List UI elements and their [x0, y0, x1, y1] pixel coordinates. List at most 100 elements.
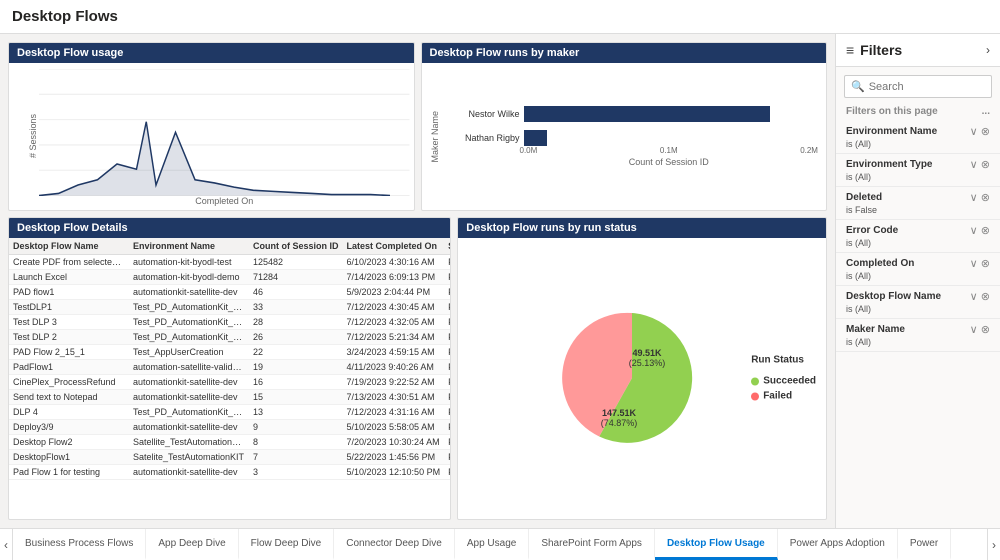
search-icon: 🔍 [851, 80, 865, 93]
status-card-title: Desktop Flow runs by run status [458, 218, 826, 238]
table-row: Desktop Flow2Satellite_TestAutomationKIT… [9, 434, 450, 449]
tab-bar-right-arrow[interactable]: › [987, 529, 1000, 560]
tab-list: Business Process FlowsApp Deep DiveFlow … [13, 529, 951, 560]
maker-bar-nestor [524, 106, 815, 122]
legend-dot-failed [751, 392, 759, 400]
table-header-row: Desktop Flow Name Environment Name Count… [9, 238, 450, 255]
legend-label-succeeded: Succeeded [763, 376, 816, 387]
maker-card: Desktop Flow runs by maker Maker Name Ne… [421, 42, 828, 211]
details-table: Desktop Flow Name Environment Name Count… [9, 238, 450, 480]
table-body: Create PDF from selected PDF page(s) - C… [9, 254, 450, 479]
sidebar: ≡ Filters › 🔍 Filters on this page ... E… [835, 34, 1000, 528]
usage-chart-area: # Sessions 80K 60K [9, 63, 414, 210]
maker-y-label: Maker Name [430, 111, 440, 163]
usage-y-label: # Sessions [28, 114, 38, 158]
table-row: Launch Excelautomation-kit-byodl-demo712… [9, 269, 450, 284]
tab-bar-left-arrow[interactable]: ‹ [0, 529, 13, 560]
svg-text:49.51K: 49.51K [633, 348, 663, 358]
tab-sharepoint-form-apps[interactable]: SharePoint Form Apps [529, 529, 655, 560]
pie-chart-area: 49.51K (25.13%) 147.51K (74.87%) Run Sta… [458, 238, 826, 519]
table-row: CinePlex_ProcessRefundautomationkit-sate… [9, 374, 450, 389]
sidebar-collapse-button[interactable]: › [986, 43, 990, 57]
col-session-count: Count of Session ID [249, 238, 343, 255]
table-row: Deploy3/9automationkit-satellite-dev95/1… [9, 419, 450, 434]
col-latest-completed: Latest Completed On [343, 238, 445, 255]
usage-x-label: Completed On [39, 196, 410, 208]
filters-more-button[interactable]: ... [982, 106, 990, 117]
filter-icon: ≡ [846, 42, 854, 58]
maker-row-nestor: Nestor Wilke [448, 106, 815, 122]
tab-desktop-flow-usage[interactable]: Desktop Flow Usage [655, 529, 778, 560]
filter-list: Environment Name ∨ ⊗ is (All) Environmen… [836, 121, 1000, 528]
line-chart: 80K 60K 40K 20K 0K Apr 2023 May 2023 Jun… [39, 69, 410, 196]
legend-label-failed: Failed [763, 391, 792, 402]
filter-item[interactable]: Completed On ∨ ⊗ is (All) [836, 253, 1000, 286]
tab-business-process-flows[interactable]: Business Process Flows [13, 529, 146, 560]
table-row: Create PDF from selected PDF page(s) - C… [9, 254, 450, 269]
tab-app-deep-dive[interactable]: App Deep Dive [146, 529, 238, 560]
maker-x-axis: 0.0M 0.1M 0.2M [444, 146, 819, 155]
maker-bar-fill-nathan [524, 130, 547, 146]
table-row: DLP 4Test_PD_AutomationKit_Satelite137/1… [9, 404, 450, 419]
col-flow-name: Desktop Flow Name [9, 238, 129, 255]
filter-item[interactable]: Desktop Flow Name ∨ ⊗ is (All) [836, 286, 1000, 319]
pie-svg: 49.51K (25.13%) 147.51K (74.87%) [547, 298, 737, 458]
filter-item[interactable]: Maker Name ∨ ⊗ is (All) [836, 319, 1000, 352]
pie-legend: Run Status Succeeded Failed [751, 355, 816, 402]
bottom-row: Desktop Flow Details Desktop Flow Name E… [8, 217, 827, 520]
filter-item[interactable]: Deleted ∨ ⊗ is False [836, 187, 1000, 220]
table-row: TestDLP1Test_PD_AutomationKit_Satelite33… [9, 299, 450, 314]
svg-text:(74.87%): (74.87%) [601, 418, 638, 428]
table-row: Pad Flow 1 for testingautomationkit-sate… [9, 464, 450, 479]
tab-app-usage[interactable]: App Usage [455, 529, 529, 560]
table-row: DesktopFlow1Satelite_TestAutomationKIT75… [9, 449, 450, 464]
col-state: State [444, 238, 450, 255]
col-env-name: Environment Name [129, 238, 249, 255]
table-scroll[interactable]: Desktop Flow Name Environment Name Count… [9, 238, 450, 519]
details-card-title: Desktop Flow Details [9, 218, 450, 238]
content-area: Desktop Flow usage # Sessions [0, 34, 835, 528]
table-row: PAD flow1automationkit-satellite-dev465/… [9, 284, 450, 299]
page-header: Desktop Flows [0, 0, 1000, 34]
tab-flow-deep-dive[interactable]: Flow Deep Dive [239, 529, 335, 560]
usage-svg: 80K 60K 40K 20K 0K Apr 2023 May 2023 Jun… [39, 69, 410, 196]
sidebar-header: ≡ Filters › [836, 34, 1000, 67]
legend-dot-succeeded [751, 377, 759, 385]
svg-text:(25.13%): (25.13%) [629, 358, 666, 368]
filter-item[interactable]: Environment Type ∨ ⊗ is (All) [836, 154, 1000, 187]
table-row: Send text to Notepadautomationkit-satell… [9, 389, 450, 404]
usage-card-title: Desktop Flow usage [9, 43, 414, 63]
maker-name-nestor: Nestor Wilke [448, 109, 520, 119]
table-row: PadFlow1automation-satellite-validation1… [9, 359, 450, 374]
legend-failed: Failed [751, 391, 816, 402]
maker-bars-area: Nestor Wilke Nathan Rigby [444, 106, 819, 146]
search-input[interactable] [869, 81, 1000, 93]
usage-card: Desktop Flow usage # Sessions [8, 42, 415, 211]
maker-x-label: Count of Session ID [444, 155, 819, 167]
tab-bar: ‹ Business Process FlowsApp Deep DiveFlo… [0, 528, 1000, 560]
maker-row-nathan: Nathan Rigby [448, 130, 815, 146]
top-row: Desktop Flow usage # Sessions [8, 42, 827, 211]
table-row: Test DLP 2Test_PD_AutomationKit_Satelite… [9, 329, 450, 344]
maker-name-nathan: Nathan Rigby [448, 133, 520, 143]
svg-text:147.51K: 147.51K [602, 408, 637, 418]
status-card: Desktop Flow runs by run status 49.51K [457, 217, 827, 520]
details-card: Desktop Flow Details Desktop Flow Name E… [8, 217, 451, 520]
page-title: Desktop Flows [12, 8, 118, 25]
run-status-label: Run Status [751, 355, 816, 366]
tab-power-apps-adoption[interactable]: Power Apps Adoption [778, 529, 898, 560]
maker-bar-nathan [524, 130, 815, 146]
filter-item[interactable]: Error Code ∨ ⊗ is (All) [836, 220, 1000, 253]
main-area: Desktop Flow usage # Sessions [0, 34, 1000, 528]
search-box[interactable]: 🔍 [844, 75, 992, 98]
filter-item[interactable]: Environment Name ∨ ⊗ is (All) [836, 121, 1000, 154]
sidebar-title: Filters [860, 42, 980, 58]
tab-power[interactable]: Power [898, 529, 951, 560]
filters-on-page-label: Filters on this page ... [836, 106, 1000, 121]
tab-connector-deep-dive[interactable]: Connector Deep Dive [334, 529, 455, 560]
maker-card-title: Desktop Flow runs by maker [422, 43, 827, 63]
maker-bar-fill-nestor [524, 106, 771, 122]
table-row: Test DLP 3Test_PD_AutomationKit_Satelite… [9, 314, 450, 329]
maker-chart-area: Maker Name Nestor Wilke Nathan Rigby [422, 63, 827, 210]
table-row: PAD Flow 2_15_1Test_AppUserCreation223/2… [9, 344, 450, 359]
